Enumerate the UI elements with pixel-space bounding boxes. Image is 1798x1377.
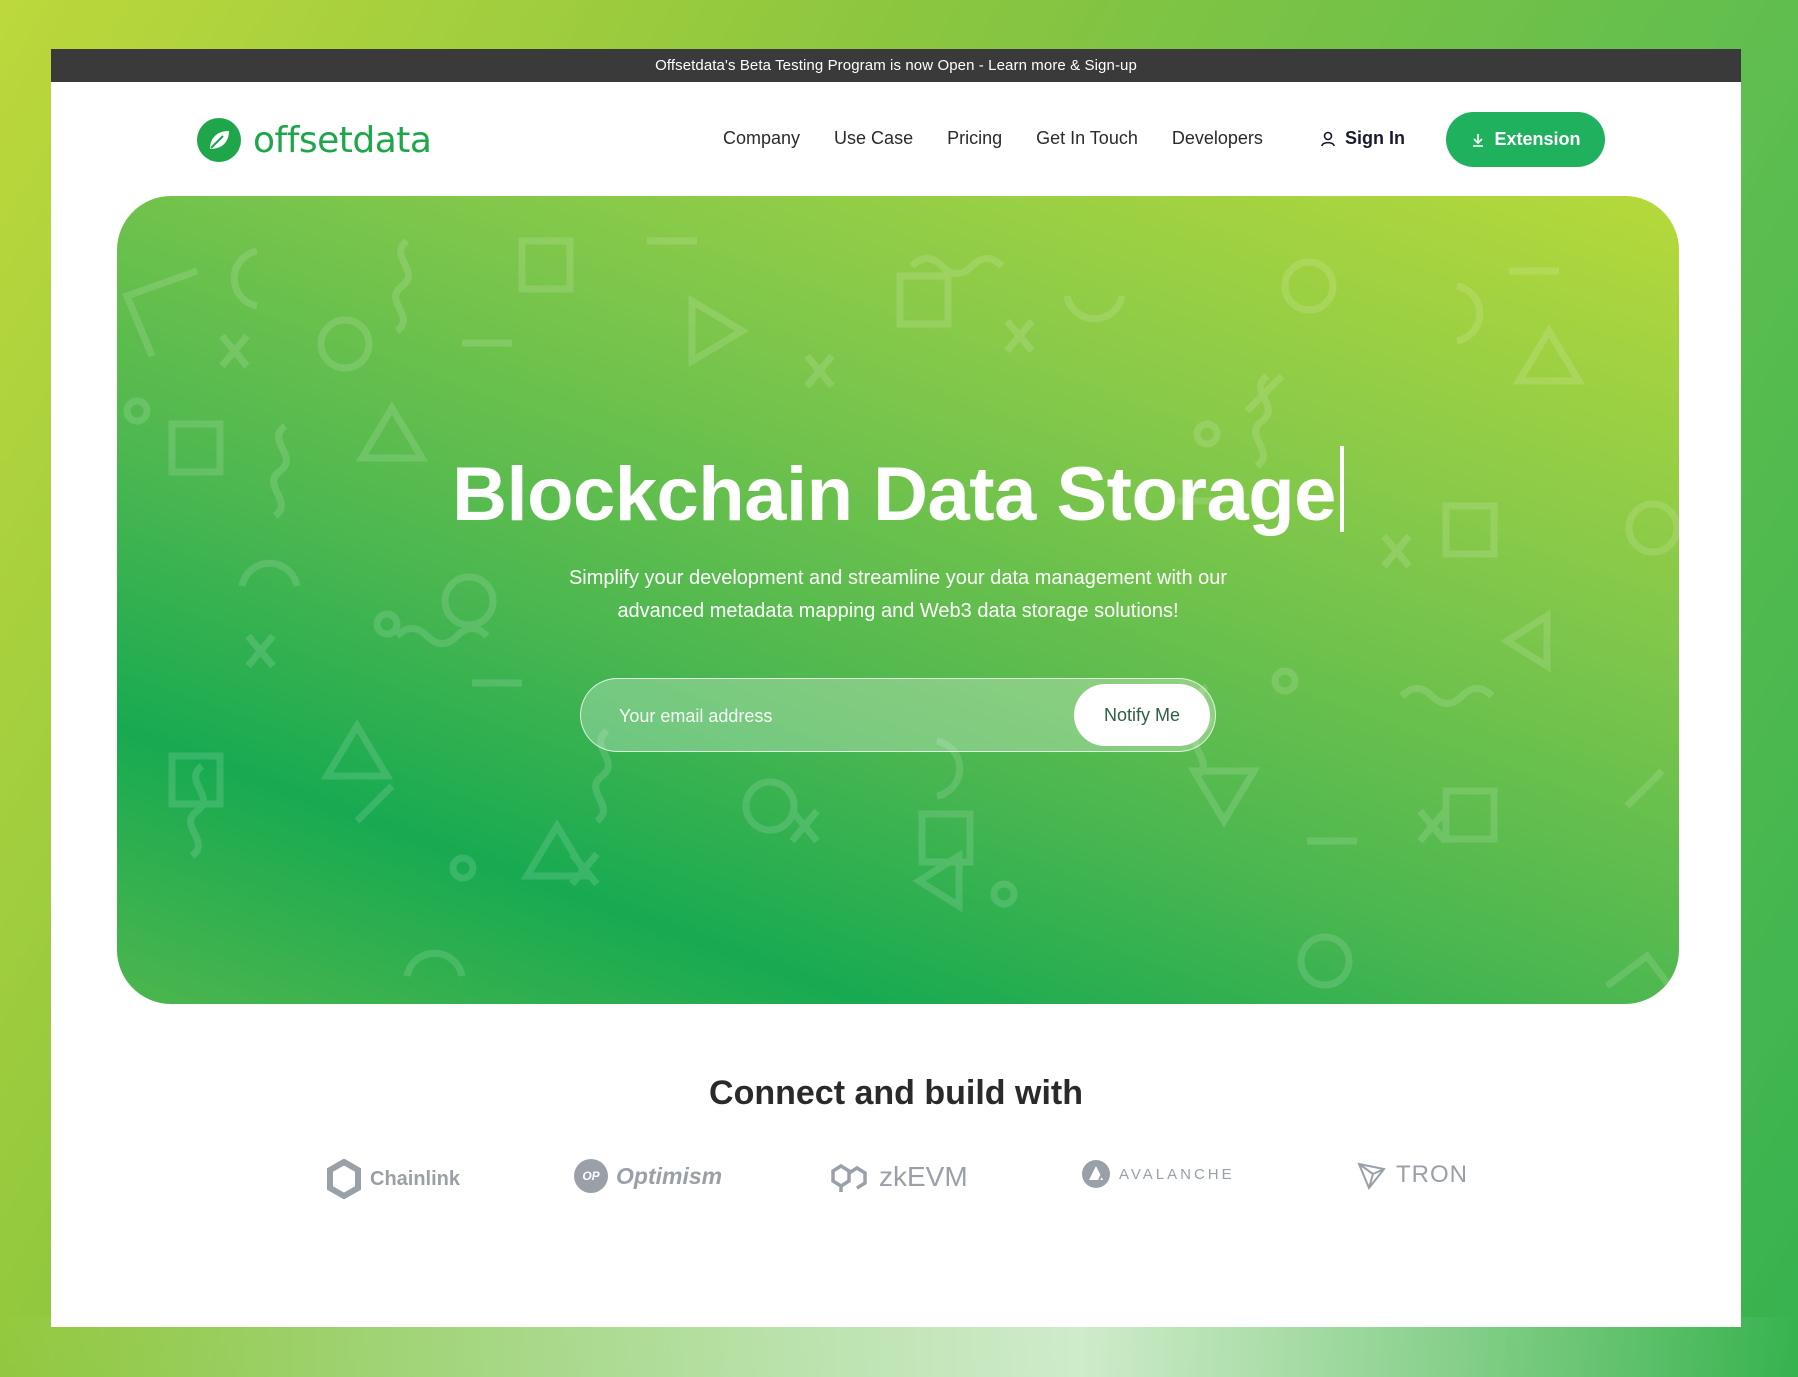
user-icon: [1321, 131, 1335, 146]
top-navigation: offsetdata Company Use Case Pricing Get …: [51, 82, 1741, 195]
partner-tron[interactable]: TRON: [1356, 1159, 1468, 1191]
text-caret: [1339, 446, 1344, 532]
nav-use-case[interactable]: Use Case: [834, 128, 913, 149]
announcement-text[interactable]: Offsetdata's Beta Testing Program is now…: [655, 57, 1137, 74]
browser-window: Offsetdata's Beta Testing Program is now…: [51, 49, 1741, 1327]
sign-in-link[interactable]: Sign In: [1319, 128, 1405, 149]
optimism-op-icon: OP: [574, 1159, 608, 1193]
chainlink-hexagon-icon: [327, 1159, 361, 1199]
nav-links: Company Use Case Pricing Get In Touch De…: [723, 128, 1263, 149]
partner-zkevm[interactable]: zkEVM: [829, 1159, 968, 1195]
tron-icon: [1357, 1162, 1386, 1190]
partner-avalanche-label: AVALANCHE: [1119, 1165, 1235, 1183]
hero-section: Blockchain Data Storage Simplify your de…: [117, 196, 1679, 1004]
brand-name: offsetdata: [253, 119, 432, 161]
hero-subtitle: Simplify your development and streamline…: [517, 562, 1279, 628]
nav-company[interactable]: Company: [723, 128, 800, 149]
hero-title: Blockchain Data Storage: [117, 446, 1679, 538]
sign-in-label: Sign In: [1345, 128, 1405, 148]
notify-me-button[interactable]: Notify Me: [1074, 684, 1210, 746]
connect-title: Connect and build with: [709, 1074, 1083, 1112]
partner-optimism[interactable]: OP Optimism: [574, 1159, 722, 1193]
hero-subtitle-line-1: Simplify your development and streamline…: [568, 567, 1228, 589]
hero-title-text: Blockchain Data Storage: [452, 452, 1336, 537]
partner-chainlink-label: Chainlink: [370, 1167, 461, 1190]
optimism-badge: OP: [582, 1169, 600, 1183]
partner-chainlink[interactable]: Chainlink: [326, 1159, 460, 1199]
partner-optimism-label: Optimism: [616, 1162, 723, 1189]
nav-pricing[interactable]: Pricing: [947, 128, 1002, 149]
polygon-icon: [831, 1163, 867, 1192]
email-signup-form: Notify Me: [580, 678, 1216, 753]
extension-button[interactable]: Extension: [1446, 112, 1605, 167]
brand-logo[interactable]: offsetdata: [197, 118, 432, 162]
announcement-bar[interactable]: Offsetdata's Beta Testing Program is now…: [51, 49, 1741, 82]
partner-tron-label: TRON: [1396, 1161, 1468, 1188]
nav-developers[interactable]: Developers: [1172, 128, 1263, 149]
leaf-logo-icon: [197, 118, 241, 162]
partner-zkevm-label: zkEVM: [879, 1161, 968, 1192]
extension-label: Extension: [1494, 129, 1581, 149]
avalanche-icon: [1082, 1160, 1110, 1188]
hero-subtitle-line-2: advanced metadata mapping and Web3 data …: [617, 600, 1179, 622]
partner-avalanche[interactable]: AVALANCHE: [1081, 1159, 1235, 1189]
download-icon: [1473, 133, 1484, 147]
email-input[interactable]: [617, 679, 1051, 753]
nav-get-in-touch[interactable]: Get In Touch: [1036, 128, 1138, 149]
